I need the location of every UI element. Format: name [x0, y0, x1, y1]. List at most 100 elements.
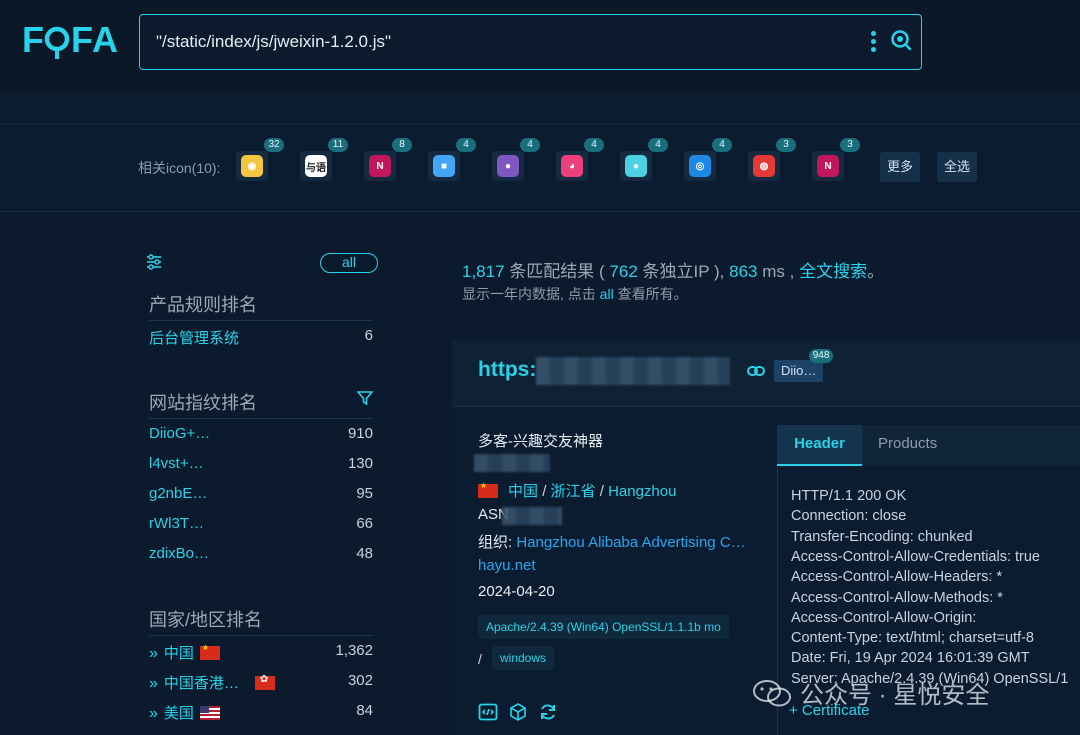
fingerprint-label[interactable]: rWl3T…: [149, 515, 204, 532]
domain-link[interactable]: hayu.net: [478, 557, 536, 574]
result-card-header: https: Diio… 948: [452, 341, 1080, 407]
fingerprint-row[interactable]: DiioG+… 910: [149, 425, 373, 445]
hong-kong-flag-icon: [254, 674, 275, 690]
icon-count-badge: 32: [264, 138, 284, 152]
fingerprint-label[interactable]: l4vst+…: [149, 455, 204, 472]
related-icon[interactable]: ◎ 4: [684, 138, 732, 181]
note-prefix: 显示一年内数据, 点击: [462, 286, 596, 302]
favicon-icon: ■: [433, 155, 455, 177]
note-suffix: 查看所有。: [617, 286, 688, 302]
country-row[interactable]: » 中国香港… 302: [149, 672, 373, 692]
related-icon[interactable]: ● 4: [492, 138, 540, 181]
favicon-icon: ●: [625, 155, 647, 177]
results-summary: 1,817 条匹配结果 ( 762 条独立IP ), 863 ms , 全文搜索…: [462, 257, 884, 282]
country-link[interactable]: 中国: [508, 483, 538, 500]
country-count: 84: [356, 702, 373, 719]
date: 2024-04-20: [478, 583, 555, 600]
org-link[interactable]: Hangzhou Alibaba Advertising C…: [516, 534, 745, 551]
results-note: 显示一年内数据, 点击 all 查看所有。: [462, 284, 688, 304]
fingerprint-row[interactable]: g2nbE… 95: [149, 485, 373, 505]
fofa-logo[interactable]: F FA: [22, 20, 120, 60]
icon-count-badge: 4: [712, 138, 732, 152]
country-label[interactable]: 中国香港…: [164, 675, 239, 692]
related-icon[interactable]: ◍ 3: [748, 138, 796, 181]
location: 中国 / 浙江省 / Hangzhou: [478, 480, 676, 501]
select-all-button[interactable]: 全选: [937, 152, 978, 182]
separator: /: [599, 483, 604, 500]
country-count: 302: [347, 672, 373, 689]
product-label[interactable]: 后台管理系统: [149, 330, 239, 347]
fingerprint-count: 130: [347, 455, 373, 472]
divider: [149, 418, 373, 419]
http-header-line: Access-Control-Allow-Methods: *: [791, 589, 1003, 606]
fingerprint-tag-label: Diio…: [781, 363, 817, 378]
filter-settings-icon[interactable]: [146, 254, 162, 270]
product-ranking-title: 产品规则排名: [149, 295, 257, 315]
more-options-icon[interactable]: [868, 31, 878, 55]
search-input[interactable]: "/static/index/js/jweixin-1.2.0.js": [156, 32, 391, 52]
country-row[interactable]: » 美国 84: [149, 702, 373, 722]
tab-header[interactable]: Header: [777, 425, 862, 466]
show-all-link[interactable]: all: [600, 286, 614, 302]
usa-flag-icon: [199, 706, 220, 720]
fingerprint-count: 48: [356, 545, 373, 562]
result-url[interactable]: https:: [478, 358, 536, 382]
chevron-double-right-icon[interactable]: »: [149, 675, 158, 692]
city-link[interactable]: Hangzhou: [608, 483, 676, 500]
related-icon[interactable]: ◉ 32: [236, 138, 284, 181]
country-label[interactable]: 中国: [164, 645, 194, 662]
redacted-host: [536, 357, 730, 385]
related-icon[interactable]: N3: [812, 138, 860, 181]
search-icon[interactable]: [890, 29, 912, 51]
related-icons-bar: 相关icon(10): ◉ 32 与语 11 N 8 ■ 4 ● 4 ◕ 4 ● 4 ◎ 4 ◍ 3 N 3 更多 全…: [0, 126, 1080, 212]
link-icon[interactable]: [747, 365, 765, 377]
fingerprint-count: 95: [356, 485, 373, 502]
chevron-double-right-icon[interactable]: »: [149, 705, 158, 722]
china-flag-icon: [478, 481, 498, 498]
chevron-double-right-icon[interactable]: »: [149, 645, 158, 662]
country-label[interactable]: 美国: [164, 705, 194, 722]
fingerprint-tag[interactable]: Diio… 948: [774, 349, 834, 382]
favicon-icon: N: [817, 155, 839, 177]
fingerprint-label[interactable]: zdixBo…: [149, 545, 209, 562]
related-icon[interactable]: ● 4: [620, 138, 668, 181]
cube-icon[interactable]: [508, 702, 528, 722]
favicon-icon: N: [369, 155, 391, 177]
all-filter-button[interactable]: all: [320, 253, 378, 273]
fingerprint-row[interactable]: l4vst+… 130: [149, 455, 373, 475]
favicon-icon: ◍: [753, 155, 775, 177]
related-icon[interactable]: 与语 11: [300, 138, 348, 181]
fulltext-search-link[interactable]: 全文搜索: [799, 262, 867, 281]
icon-count-badge: 4: [520, 138, 540, 152]
related-icon[interactable]: ◕ 4: [556, 138, 604, 181]
divider: [149, 320, 373, 321]
favicon-icon: ◉: [241, 155, 263, 177]
icon-count-badge: 4: [456, 138, 476, 152]
query-time: 863: [729, 262, 758, 281]
fingerprint-row[interactable]: rWl3T… 66: [149, 515, 373, 535]
fingerprint-count: 910: [347, 425, 373, 442]
separator: /: [478, 651, 482, 667]
province-link[interactable]: 浙江省: [551, 483, 596, 500]
fingerprint-label[interactable]: g2nbE…: [149, 485, 207, 502]
country-row[interactable]: » 中国 1,362: [149, 642, 373, 662]
search-box[interactable]: "/static/index/js/jweixin-1.2.0.js": [139, 14, 922, 70]
refresh-icon[interactable]: [538, 702, 558, 722]
total-results: 1,817: [462, 262, 505, 281]
http-header-line: Content-Type: text/html; charset=utf-8: [791, 630, 1034, 647]
server-chip[interactable]: Apache/2.4.39 (Win64) OpenSSL/1.1.1b mo: [478, 615, 729, 639]
fingerprint-label[interactable]: DiioG+…: [149, 425, 210, 442]
http-header-line: Access-Control-Allow-Origin:: [791, 609, 977, 626]
related-icon[interactable]: ■ 4: [428, 138, 476, 181]
fingerprint-row[interactable]: zdixBo… 48: [149, 545, 373, 565]
os-chip[interactable]: windows: [492, 646, 555, 670]
favicon-icon: ◕: [561, 155, 583, 177]
china-flag-icon: [199, 643, 220, 660]
code-icon[interactable]: [478, 702, 498, 722]
product-row[interactable]: 后台管理系统 6: [149, 327, 373, 347]
watermark-text: 公众号 · 星悦安全: [800, 682, 990, 709]
related-icon[interactable]: N8: [364, 138, 412, 181]
funnel-icon[interactable]: [357, 390, 373, 406]
tab-products[interactable]: Products: [878, 425, 937, 466]
more-icons-button[interactable]: 更多: [880, 152, 921, 182]
